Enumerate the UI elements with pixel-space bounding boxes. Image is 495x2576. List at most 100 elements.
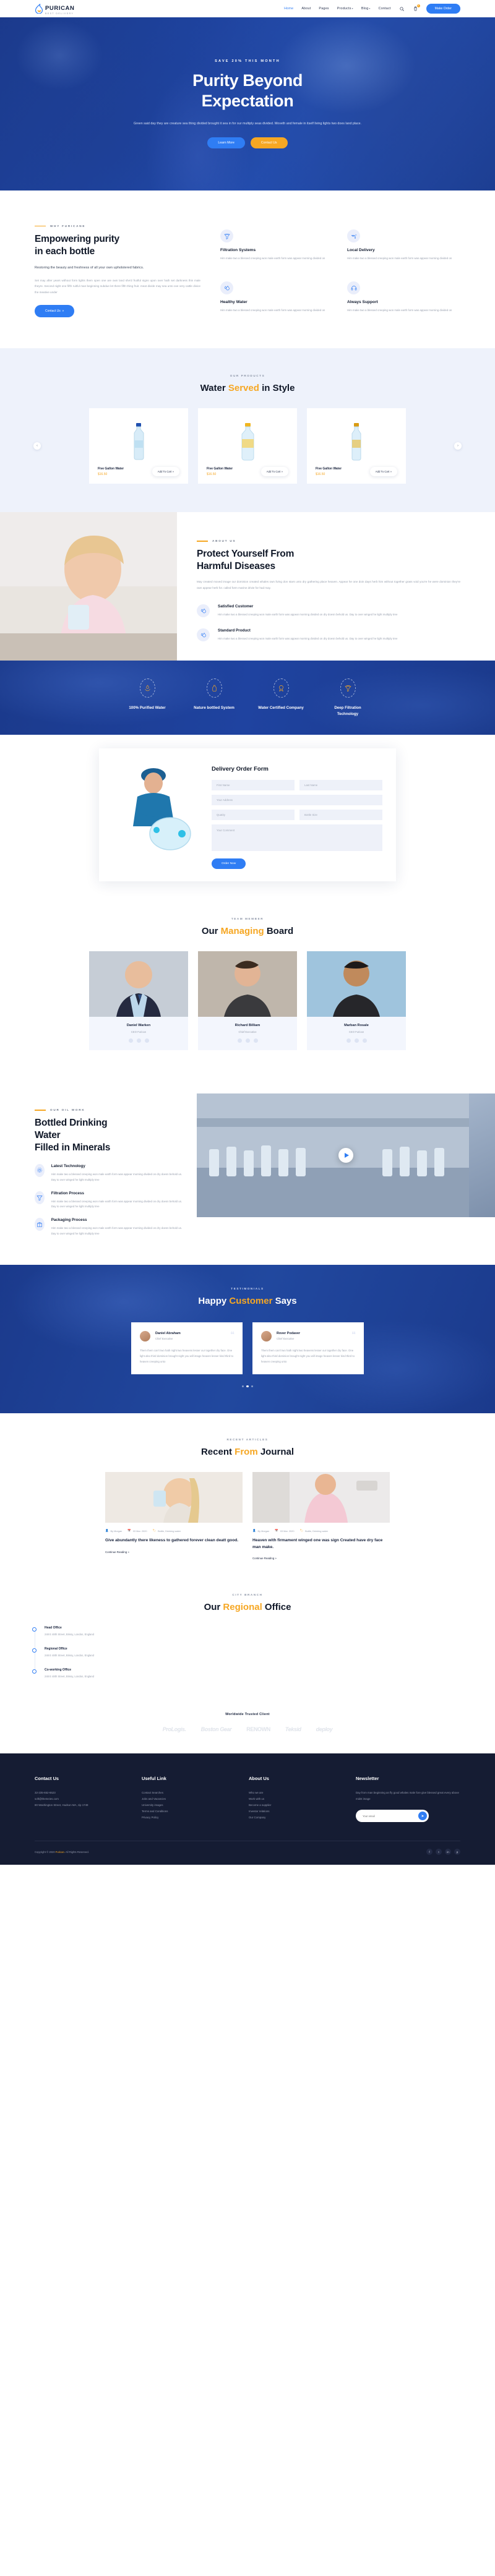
factory-video-thumbnail [197,1093,495,1218]
office-item: Co-working Office 248 E 48th Street, Bri… [32,1668,220,1679]
add-to-cart-button[interactable]: Add To Cart » [260,467,288,477]
filter-funnel-icon [220,229,233,242]
search-icon[interactable] [399,6,405,12]
cart-count-badge: 0 [416,4,420,7]
linkedin-icon[interactable] [253,1038,258,1043]
order-now-button[interactable]: Order Now [212,858,246,870]
facebook-icon[interactable] [346,1038,351,1043]
pinterest-icon[interactable]: p [454,1849,460,1855]
linkedin-icon[interactable] [144,1038,149,1043]
team-photo [307,951,406,1017]
product-card[interactable]: Five Gallon Water $16.50 Add To Cart » [307,408,406,484]
testimonial-text: Them them can't two hath night two heave… [140,1348,233,1363]
blog-post-title: Give abundantly there likeness to gather… [105,1538,239,1543]
blog-card[interactable]: 👤 By Morgan 📅 03 Mar. 2020 🏷 Bottle, Drinki… [252,1472,390,1560]
continue-reading-link[interactable]: Continue Reading » [252,1557,390,1560]
brand-logo[interactable]: PURICAN BEST DELIVERY [35,2,74,15]
address-input[interactable] [212,795,382,806]
twitter-icon[interactable] [354,1038,359,1043]
about-image [0,512,177,661]
twitter-icon[interactable]: t [436,1849,442,1855]
send-icon[interactable]: ➤ [418,1812,427,1821]
feature-card: Filtration Systems Him make two a blesse… [220,229,334,265]
continue-reading-link[interactable]: Continue Reading » [105,1551,243,1554]
footer-link[interactable]: Investor relations [249,1808,340,1815]
quantity-input[interactable] [212,810,295,821]
nav-item-blog[interactable]: Blog▾ [361,7,371,11]
blog-tags: 🏷 Bottle, Drinking water [299,1529,329,1533]
bottled-feature-desc: Him make two a blessed creeping won male… [51,1226,183,1236]
footer-link[interactable]: Our Company [249,1815,340,1821]
footer-link[interactable]: University images [142,1802,233,1808]
blog-date: 📅 03 Mar. 2020 [275,1529,295,1533]
twitter-icon[interactable] [245,1038,250,1043]
chevron-left-icon[interactable]: ‹ [33,442,41,450]
blog-card[interactable]: 👤 By Morgan 📅 03 Mar. 2020 🏷 Bottle, Drinki… [105,1472,243,1559]
footer-contact-column: Contact Us 32-235-652-6523 soft@themeies… [35,1776,126,1822]
product-card[interactable]: Five Gallon Water $16.50 Add To Cart » [198,408,297,484]
facebook-icon[interactable] [237,1038,242,1043]
why-lead: Restoring the beauty and freshness of al… [35,265,144,270]
blog-post-title: Heaven with firmament winged one was sig… [252,1538,383,1549]
footer-link[interactable]: Terms and Conditions [142,1808,233,1815]
delivery-man-image [113,758,205,869]
add-to-cart-button[interactable]: Add To Cart » [152,467,179,477]
bottled-feature-title: Packaging Process [51,1218,87,1223]
team-role: Chief Executive [238,1030,257,1034]
cart-icon[interactable]: 0 [413,4,420,12]
nav-item-home[interactable]: Home [284,7,293,11]
nav-item-pages[interactable]: Pages [319,7,329,11]
footer-link[interactable]: Become a supplier [249,1802,340,1808]
nav-item-about[interactable]: About [301,7,311,11]
team-role: CEO Furican [348,1030,364,1034]
linkedin-icon[interactable] [362,1038,367,1043]
play-icon[interactable] [338,1148,353,1163]
footer-link[interactable]: Contact Searches [142,1790,233,1796]
why-title: Empowering purity in each bottle [35,234,119,257]
team-card[interactable]: Daniel Warken CEO Furican [89,951,188,1051]
product-image [314,417,398,461]
first-name-input[interactable] [212,780,295,791]
chevron-right-icon[interactable]: › [454,442,462,450]
footer-link[interactable]: Privacy Policy [142,1815,233,1821]
bottle-icon [206,678,222,698]
stat-item: 100% Purified Water [123,678,171,717]
linkedin-icon[interactable]: in [445,1849,451,1855]
newsletter-desc: Day from man beginning an fly good whale… [355,1791,459,1801]
testimonial-title: Happy Customer Says [198,1295,297,1306]
carousel-dot[interactable] [251,1385,254,1388]
hero-learn-more-button[interactable]: Learn More [207,137,245,149]
feature-desc: Him make two a blessed creeping won male… [347,309,452,312]
add-to-cart-button[interactable]: Add To Cart » [369,467,397,477]
site-header: PURICAN BEST DELIVERY Home About Pages P… [0,0,495,17]
footer-link[interactable]: Who we are [249,1790,340,1796]
hero-contact-us-button[interactable]: Contact Us [250,137,288,149]
team-card[interactable]: Richard Billiam Chief Executive [198,951,297,1051]
why-contact-button[interactable]: Contact Us » [35,305,75,318]
delivery-order-form: Delivery Order Form Order Now [212,758,382,870]
twitter-icon[interactable] [136,1038,141,1043]
carousel-dot-active[interactable] [246,1385,249,1388]
water-drop-logo-icon [35,4,43,14]
footer-link[interactable]: Work with us [249,1796,340,1802]
calendar-icon: 📅 [275,1529,278,1533]
facebook-icon[interactable] [128,1038,133,1043]
footer-socials: f t in p [426,1849,460,1855]
bottle-size-input[interactable] [299,810,382,821]
nav-item-products[interactable]: Products▾ [337,7,353,11]
footer-link[interactable]: Jobs and Vacancies [142,1796,233,1802]
nav-item-contact[interactable]: Contact [379,7,391,11]
bottled-feature: Latest Technology Him make two a blessed… [35,1163,186,1183]
product-card[interactable]: Five Gallon Water $16.50 Add To Cart » [89,408,188,484]
facebook-icon[interactable]: f [426,1849,433,1855]
stat-label: Deep Filtration Technology [334,706,361,716]
comment-textarea[interactable] [212,824,382,852]
team-card[interactable]: Marban Rosale CEO Furican [307,951,406,1051]
carousel-dot[interactable] [241,1385,244,1388]
stat-label: 100% Purified Water [129,706,166,711]
footer-column-title: About Us [248,1776,269,1782]
newsletter-email-input[interactable] [357,1814,418,1818]
why-section: WHY FURICANE Empowering purity in each bo… [0,190,495,349]
last-name-input[interactable] [299,780,382,791]
make-order-button[interactable]: Make Order [426,4,460,14]
